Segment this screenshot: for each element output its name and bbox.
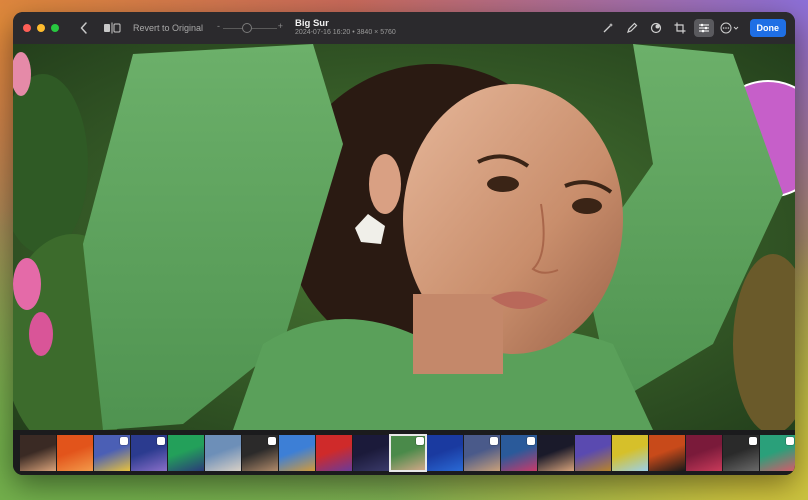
filmstrip-thumbnail[interactable] xyxy=(612,434,648,471)
filmstrip-thumbnail[interactable] xyxy=(575,434,611,471)
edited-badge-icon xyxy=(786,436,794,445)
edited-badge-icon xyxy=(157,436,165,445)
filters-icon[interactable] xyxy=(644,19,668,37)
filmstrip-thumbnail[interactable] xyxy=(57,434,93,471)
portrait-photo xyxy=(13,44,795,430)
more-icon[interactable] xyxy=(716,22,744,34)
photos-edit-window: Revert to Original - + Big Sur 2024-07-1… xyxy=(13,12,795,475)
close-button[interactable] xyxy=(23,24,31,32)
edited-badge-icon xyxy=(120,436,128,445)
edited-badge-icon xyxy=(749,436,757,445)
crop-icon[interactable] xyxy=(668,19,692,37)
photo-canvas[interactable] xyxy=(13,44,795,430)
photo-subtitle: 2024-07-16 16:20 • 3840 × 5760 xyxy=(295,29,396,37)
filmstrip-thumbnail[interactable] xyxy=(427,434,463,471)
edit-tools: Done xyxy=(596,19,786,37)
edited-badge-icon xyxy=(268,436,276,445)
minimize-button[interactable] xyxy=(37,24,45,32)
done-button[interactable]: Done xyxy=(749,19,786,37)
filmstrip-thumbnail[interactable] xyxy=(316,434,352,471)
revert-to-original-button[interactable]: Revert to Original xyxy=(133,23,203,33)
chevron-down-icon xyxy=(733,26,739,30)
window-controls xyxy=(23,24,59,32)
filmstrip-thumbnail[interactable] xyxy=(242,434,278,471)
filmstrip-thumbnail[interactable] xyxy=(168,434,204,471)
toolbar: Revert to Original - + Big Sur 2024-07-1… xyxy=(13,12,795,45)
filmstrip-thumbnail[interactable] xyxy=(501,434,537,471)
filmstrip-thumbnail[interactable] xyxy=(205,434,241,471)
filmstrip-thumbnail[interactable] xyxy=(686,434,722,471)
filmstrip-thumbnail[interactable] xyxy=(389,433,427,472)
photo-title: Big Sur xyxy=(295,17,329,29)
filmstrip xyxy=(13,430,795,475)
edited-badge-icon xyxy=(416,436,424,445)
edited-badge-icon xyxy=(490,436,498,445)
magic-wand-icon[interactable] xyxy=(596,19,620,37)
filmstrip-thumbnail[interactable] xyxy=(20,434,56,471)
filmstrip-thumbnail[interactable] xyxy=(538,434,574,471)
filmstrip-thumbnail[interactable] xyxy=(94,434,130,471)
filmstrip-thumbnail[interactable] xyxy=(723,434,759,471)
filmstrip-thumbnail[interactable] xyxy=(464,434,500,471)
zoom-slider[interactable]: - + xyxy=(217,21,284,34)
slider-plus: + xyxy=(277,21,284,31)
edited-badge-icon xyxy=(527,436,535,445)
slider-knob[interactable] xyxy=(242,23,253,33)
retouch-icon[interactable] xyxy=(620,19,644,37)
photo-info: Big Sur 2024-07-16 16:20 • 3840 × 5760 xyxy=(295,17,396,38)
filmstrip-thumbnail[interactable] xyxy=(353,434,389,471)
filmstrip-thumbnail[interactable] xyxy=(649,434,685,471)
filmstrip-thumbnail[interactable] xyxy=(131,434,167,471)
back-icon[interactable] xyxy=(77,22,91,34)
zoom-button[interactable] xyxy=(51,24,59,32)
adjust-icon[interactable] xyxy=(693,19,714,37)
filmstrip-thumbnail[interactable] xyxy=(760,434,795,471)
filmstrip-thumbnail[interactable] xyxy=(279,434,315,471)
compare-icon[interactable] xyxy=(101,22,123,34)
slider-minus: - xyxy=(217,21,221,31)
